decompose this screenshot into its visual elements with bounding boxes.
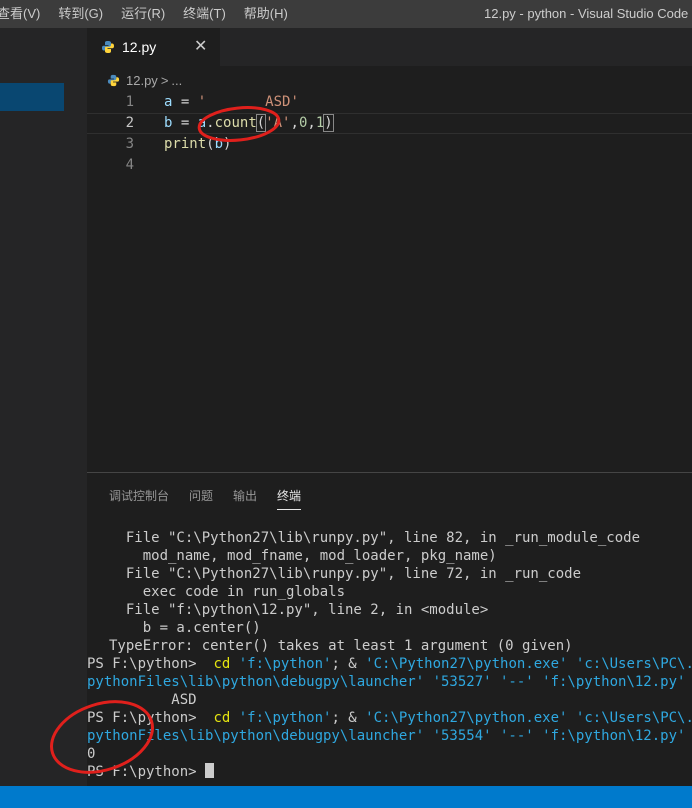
tab-debug-console[interactable]: 调试控制台	[109, 487, 169, 510]
terminal[interactable]: File "C:\Python27\lib\runpy.py", line 82…	[87, 529, 692, 781]
menu-view[interactable]: 查看(V)	[0, 0, 49, 28]
cmd-cd: cd	[213, 656, 231, 672]
cmd-args: 'c:\Users\PC\.vscode\extensions\ms-	[575, 710, 692, 726]
terminal-line: File "C:\Python27\lib\runpy.py", line 82…	[109, 530, 641, 546]
terminal-line: File "C:\Python27\lib\runpy.py", line 72…	[109, 566, 582, 582]
tab-output[interactable]: 输出	[233, 487, 257, 510]
menu-help[interactable]: 帮助(H)	[235, 0, 297, 28]
terminal-prompt: PS F:\python>	[87, 710, 197, 726]
terminal-output: 0	[87, 746, 96, 762]
breadcrumb-symbols[interactable]: ...	[171, 73, 182, 88]
python-file-icon	[107, 74, 120, 86]
menu-terminal[interactable]: 终端(T)	[174, 0, 235, 28]
line-number: 3	[125, 136, 134, 152]
window-title: 12.py - python - Visual Studio Code	[484, 6, 689, 21]
panel-tabs: 调试控制台 问题 输出 终端	[109, 487, 321, 510]
cmd-exe: 'C:\Python27\python.exe'	[365, 656, 568, 672]
terminal-cursor	[205, 763, 215, 778]
menu-go[interactable]: 转到(G)	[49, 0, 112, 28]
terminal-command-line: PS F:\python>	[87, 763, 692, 781]
cmd-sep: ; &	[331, 710, 366, 726]
terminal-prompt: PS F:\python>	[87, 764, 197, 780]
status-bar	[0, 786, 692, 808]
terminal-output: ASD	[87, 692, 197, 708]
terminal-line: exec code in run_globals	[109, 584, 346, 600]
line-number: 2	[125, 115, 134, 131]
terminal-line: pythonFiles\lib\python\debugpy\launcher'…	[87, 674, 686, 690]
code-line-1: 1 a = ' ASD'	[87, 92, 692, 113]
editor-tab-bar: 12.py ✕	[87, 28, 692, 66]
cmd-args: 'c:\Users\PC\.vscode\extensions\ms-	[575, 656, 692, 672]
code-text: a = ' ASD'	[164, 94, 299, 110]
sidebar-selected-item[interactable]	[0, 83, 64, 111]
terminal-line: File "f:\python\12.py", line 2, in <modu…	[109, 602, 489, 618]
menu-bar: 查看(V) 转到(G) 运行(R) 终端(T) 帮助(H)	[0, 0, 297, 28]
code-line-4: 4	[87, 155, 692, 176]
code-text: print(b)	[164, 136, 232, 152]
terminal-line: mod_name, mod_fname, mod_loader, pkg_nam…	[109, 548, 497, 564]
cmd-exe: 'C:\Python27\python.exe'	[365, 710, 568, 726]
cmd-sep: ; &	[331, 656, 366, 672]
bottom-panel: 调试控制台 问题 输出 终端 File "C:\Python27\lib\run…	[87, 472, 692, 787]
cmd-path: 'f:\python'	[238, 710, 332, 726]
terminal-command-line: PS F:\python> cd 'f:\python'; & 'C:\Pyth…	[87, 709, 692, 727]
cmd-path: 'f:\python'	[238, 656, 332, 672]
python-file-icon	[102, 41, 114, 53]
terminal-prompt: PS F:\python>	[87, 656, 197, 672]
terminal-line: pythonFiles\lib\python\debugpy\launcher'…	[87, 728, 686, 744]
terminal-line: TypeError: center() takes at least 1 arg…	[109, 638, 573, 654]
line-number: 4	[125, 157, 134, 173]
code-editor[interactable]: 1 a = ' ASD' 2 b = a.count('A',0,1) 3 pr…	[87, 92, 692, 472]
tab-label: 12.py	[122, 39, 157, 55]
breadcrumb: 12.py > ...	[107, 70, 182, 90]
code-line-3: 3 print(b)	[87, 134, 692, 155]
terminal-command-line: PS F:\python> cd 'f:\python'; & 'C:\Pyth…	[87, 655, 692, 673]
title-bar: 查看(V) 转到(G) 运行(R) 终端(T) 帮助(H) 12.py - py…	[0, 0, 692, 28]
explorer-sidebar	[0, 28, 87, 786]
code-line-2: 2 b = a.count('A',0,1)	[87, 113, 692, 134]
line-number: 1	[125, 94, 134, 110]
cmd-cd: cd	[213, 710, 231, 726]
breadcrumb-file[interactable]: 12.py	[126, 73, 158, 88]
tab-terminal[interactable]: 终端	[277, 487, 302, 510]
breadcrumb-separator: >	[160, 72, 169, 88]
code-text: b = a.count('A',0,1)	[164, 114, 334, 132]
tab-12-py[interactable]: 12.py ✕	[87, 28, 220, 66]
tab-problems[interactable]: 问题	[189, 487, 213, 510]
menu-run[interactable]: 运行(R)	[112, 0, 174, 28]
terminal-line: b = a.center()	[109, 620, 261, 636]
close-icon[interactable]: ✕	[194, 37, 207, 57]
